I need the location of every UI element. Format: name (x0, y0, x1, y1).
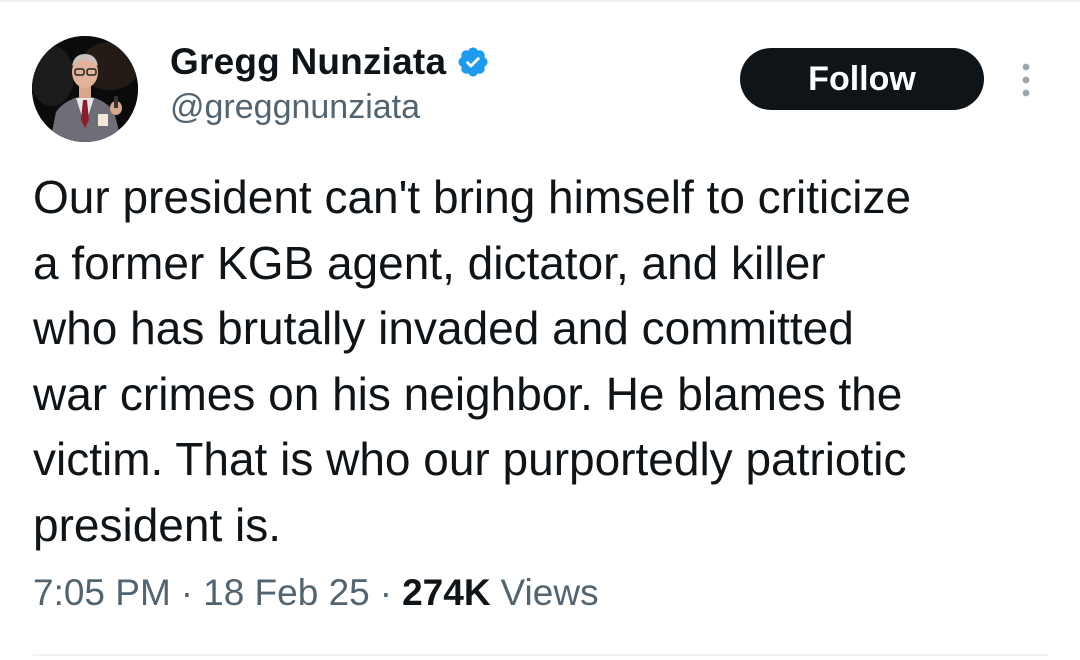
avatar-photo (32, 36, 138, 142)
author-name-row: Gregg Nunziata (170, 40, 490, 84)
meta-separator: · (379, 572, 393, 613)
verified-badge-icon[interactable] (456, 45, 490, 79)
tweet-time[interactable]: 7:05 PM (33, 572, 171, 614)
tweet-date[interactable]: 18 Feb 25 (203, 572, 370, 614)
more-options-button[interactable] (1008, 56, 1044, 104)
avatar[interactable] (32, 36, 138, 142)
bottom-divider (33, 654, 1048, 656)
tweet-meta: 7:05 PM · 18 Feb 25 · 274K Views (33, 572, 599, 614)
tweet-text: Our president can't bring himself to cri… (33, 171, 912, 551)
follow-button[interactable]: Follow (740, 48, 984, 110)
author-handle[interactable]: @greggnunziata (170, 88, 420, 127)
vertical-ellipsis-icon (1022, 63, 1030, 97)
views-label[interactable]: Views (501, 572, 599, 614)
display-name[interactable]: Gregg Nunziata (170, 41, 446, 83)
top-divider (0, 0, 1080, 2)
views-count[interactable]: 274K (402, 572, 490, 614)
meta-separator: · (180, 572, 194, 613)
